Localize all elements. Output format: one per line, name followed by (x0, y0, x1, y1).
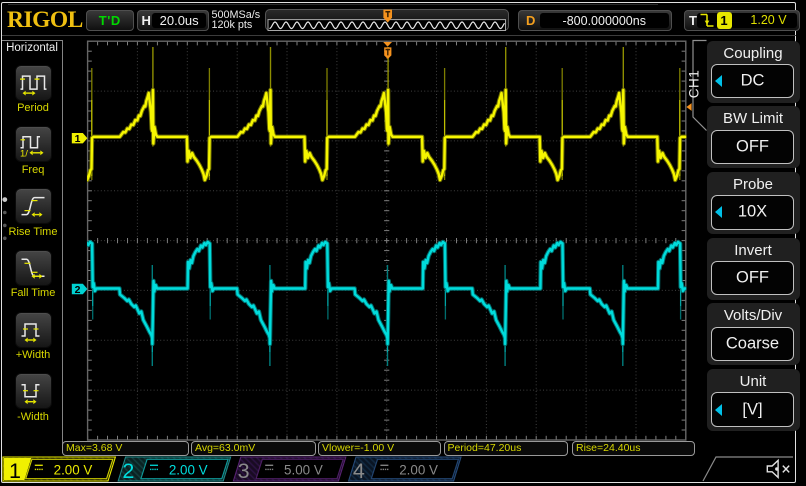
svg-text:2: 2 (75, 284, 81, 296)
svg-text:3: 3 (238, 459, 250, 483)
svg-text:1: 1 (75, 133, 81, 145)
svg-text:2.00 V: 2.00 V (169, 462, 208, 477)
svg-text:2.00 V: 2.00 V (54, 462, 93, 477)
svg-text:2.00 V: 2.00 V (399, 462, 438, 477)
svg-text:1: 1 (9, 459, 21, 483)
svg-text:5.00 V: 5.00 V (284, 462, 323, 477)
svg-text:CH1: CH1 (687, 70, 702, 99)
svg-text:4: 4 (353, 459, 365, 483)
svg-text:2: 2 (122, 459, 134, 483)
svg-text:1/: 1/ (20, 148, 28, 159)
